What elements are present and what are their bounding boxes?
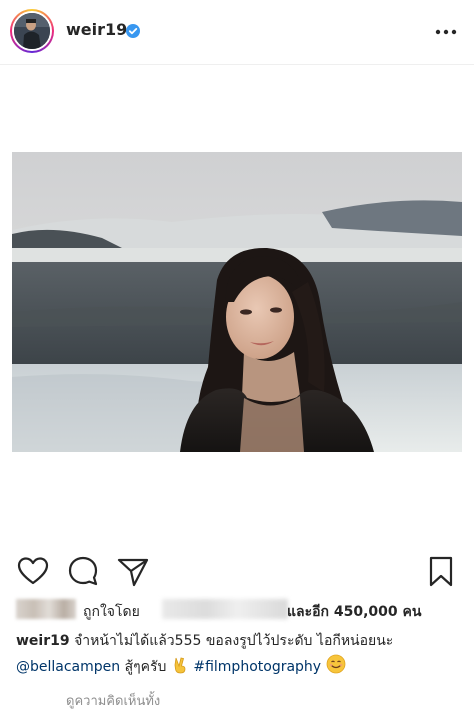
verified-icon (126, 24, 140, 38)
liker-avatars-blurred (16, 599, 76, 619)
comment-icon[interactable] (66, 554, 100, 588)
liked-by-label: ถูกใจโดย (83, 604, 140, 620)
caption-username[interactable]: weir19 (16, 633, 70, 649)
avatar-story-ring[interactable] (10, 9, 54, 53)
view-all-comments-link[interactable]: ดูความคิดเห็นทั้ง (66, 690, 160, 711)
heart-icon[interactable] (16, 554, 50, 588)
post-caption: weir19 จำหน้าไม่ได้แล้ว555 ขอลงรูปไว้ประ… (16, 628, 466, 680)
liker-name-blurred (162, 599, 288, 619)
share-icon[interactable] (116, 554, 150, 588)
more-icon[interactable] (434, 22, 458, 42)
likes-count[interactable]: และอีก 450,000 คน (287, 601, 421, 623)
post-actions (0, 548, 474, 592)
caption-hashtag[interactable]: #filmphotography (193, 659, 321, 675)
post-username[interactable]: weir19 (66, 20, 127, 39)
avatar[interactable] (12, 11, 52, 51)
smile-icon (326, 654, 345, 674)
caption-mention[interactable]: @bellacampen (16, 659, 120, 675)
caption-text-2: สู้ๆครับ (124, 659, 167, 675)
post-photo[interactable] (12, 152, 462, 452)
post-header: weir19 (0, 0, 474, 65)
likes-row: ถูกใจโดย และอีก 450,000 คน (16, 598, 466, 622)
caption-text-1: จำหน้าไม่ได้แล้ว555 ขอลงรูปไว้ประดับ ไอก… (74, 633, 394, 649)
victory-hand-icon (174, 657, 186, 674)
film-photo-landscape-portrait (12, 152, 462, 452)
save-icon[interactable] (424, 554, 458, 588)
